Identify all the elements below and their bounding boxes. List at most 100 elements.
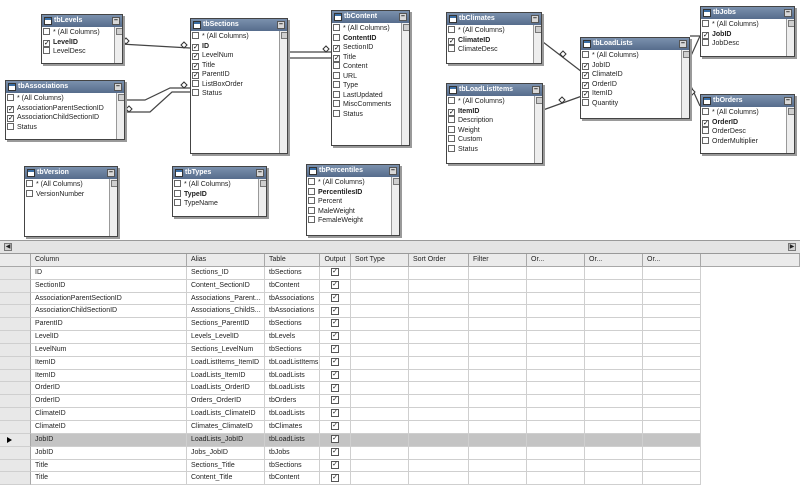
column-checkbox[interactable] — [448, 144, 455, 152]
diagram-pane[interactable]: tbLevels – * (All Columns) ✓ LevelID LevelDes… — [0, 0, 800, 240]
table-scrollbar[interactable] — [109, 179, 117, 236]
cell-column[interactable]: AssociationChildSectionID — [31, 305, 187, 319]
cell-alias[interactable]: LoadLists_JobID — [187, 433, 265, 447]
column-checkbox[interactable] — [448, 135, 455, 142]
row-selector[interactable] — [0, 318, 31, 332]
cell-filter[interactable] — [469, 446, 527, 460]
cell-output[interactable]: ✓ — [320, 305, 351, 319]
cell-sort-type[interactable] — [351, 446, 409, 460]
cell-or-2[interactable] — [585, 292, 643, 306]
column-checkbox[interactable]: ✓ — [192, 62, 199, 70]
minimize-icon[interactable]: – — [679, 40, 687, 48]
table-title-bar[interactable]: tbContent – — [332, 11, 409, 23]
cell-table[interactable]: tbContent — [265, 279, 320, 293]
cell-sort-order[interactable] — [409, 343, 469, 357]
column-checkbox[interactable]: ✓ — [7, 105, 14, 113]
cell-or-1[interactable] — [527, 356, 585, 370]
table-column-row[interactable]: Content — [332, 62, 399, 72]
column-checkbox[interactable] — [333, 100, 340, 107]
table-scrollbar[interactable] — [786, 107, 794, 153]
cell-column[interactable]: ID — [31, 266, 187, 280]
table-column-row[interactable]: * (All Columns) — [173, 180, 256, 190]
grid-row[interactable]: LevelID Levels_LevelID tbLevels ✓ — [0, 331, 800, 344]
table-column-row[interactable]: Quantity — [581, 98, 679, 109]
table-tbVersion[interactable]: tbVersion – * (All Columns) VersionNumber — [24, 166, 118, 237]
column-checkbox[interactable] — [308, 178, 315, 185]
cell-output[interactable]: ✓ — [320, 459, 351, 473]
cell-table[interactable]: tbSections — [265, 266, 320, 280]
table-column-row[interactable]: ✓ ParentID — [191, 70, 277, 80]
column-checkbox[interactable] — [702, 136, 709, 144]
minimize-icon[interactable]: – — [107, 169, 115, 177]
pane-splitter[interactable]: ◀ ▶ — [0, 240, 800, 254]
cell-table[interactable]: tbSections — [265, 318, 320, 332]
row-selector[interactable] — [0, 420, 31, 434]
cell-column[interactable]: LevelNum — [31, 343, 187, 357]
cell-or-2[interactable] — [585, 408, 643, 421]
row-selector[interactable] — [0, 382, 31, 396]
column-checkbox[interactable] — [702, 39, 709, 46]
cell-sort-order[interactable] — [409, 433, 469, 447]
cell-output[interactable]: ✓ — [320, 472, 351, 485]
column-checkbox[interactable] — [448, 26, 455, 33]
table-scrollbar[interactable] — [391, 177, 399, 235]
cell-table[interactable]: tbLoadLists — [265, 408, 320, 421]
minimize-icon[interactable]: – — [256, 169, 264, 177]
grid-row[interactable]: AssociationChildSectionID Associations_Ch… — [0, 305, 800, 319]
cell-column[interactable]: Title — [31, 472, 187, 485]
cell-table[interactable]: tbSections — [265, 459, 320, 473]
table-scrollbar[interactable] — [258, 179, 266, 216]
table-column-row[interactable]: ✓ ClimateID — [581, 70, 679, 80]
output-checkbox[interactable]: ✓ — [331, 434, 339, 443]
table-scrollbar[interactable] — [534, 96, 542, 163]
cell-column[interactable]: OrderID — [31, 395, 187, 409]
row-selector[interactable] — [0, 305, 31, 319]
column-checkbox[interactable] — [174, 180, 181, 187]
column-checkbox[interactable]: ✓ — [582, 81, 589, 89]
grid-row[interactable]: LevelNum Sections_LevelNum tbSections ✓ — [0, 343, 800, 357]
table-column-row[interactable]: * (All Columns) — [307, 178, 389, 188]
grid-row[interactable]: Title Sections_Title tbSections ✓ — [0, 459, 800, 473]
table-tbAssociations[interactable]: tbAssociations – * (All Columns) ✓ Associati… — [5, 80, 125, 140]
cell-table[interactable]: tbSections — [265, 343, 320, 357]
cell-or-2[interactable] — [585, 305, 643, 319]
cell-alias[interactable]: Associations_Parent... — [187, 292, 265, 306]
column-checkbox[interactable] — [582, 51, 589, 58]
table-column-list[interactable]: * (All Columns) ✓ JobID JobDesc — [701, 19, 794, 56]
table-title-bar[interactable]: tbJobs – — [701, 7, 794, 19]
table-column-row[interactable]: ✓ ItemID — [447, 107, 532, 117]
cell-column[interactable]: Title — [31, 459, 187, 473]
table-column-row[interactable]: ✓ ItemID — [581, 89, 679, 99]
cell-output[interactable]: ✓ — [320, 356, 351, 370]
cell-or-2[interactable] — [585, 472, 643, 485]
output-checkbox[interactable]: ✓ — [331, 280, 339, 289]
column-checkbox[interactable] — [333, 33, 340, 41]
cell-or-1[interactable] — [527, 305, 585, 319]
table-column-row[interactable]: FemaleWeight — [307, 216, 389, 226]
cell-sort-order[interactable] — [409, 395, 469, 409]
table-column-row[interactable]: Custom — [447, 135, 532, 145]
table-title-bar[interactable]: tbTypes – — [173, 167, 266, 179]
cell-output[interactable]: ✓ — [320, 420, 351, 434]
column-checkbox[interactable]: ✓ — [192, 53, 199, 60]
column-checkbox[interactable] — [333, 90, 340, 98]
cell-table[interactable]: tbAssociations — [265, 305, 320, 319]
cell-sort-order[interactable] — [409, 369, 469, 383]
cell-sort-order[interactable] — [409, 382, 469, 396]
cell-alias[interactable]: Sections_ParentID — [187, 318, 265, 332]
cell-sort-type[interactable] — [351, 459, 409, 473]
cell-or-2[interactable] — [585, 420, 643, 434]
output-checkbox[interactable]: ✓ — [331, 319, 339, 328]
table-column-list[interactable]: * (All Columns) VersionNumber — [25, 179, 117, 236]
column-checkbox[interactable] — [448, 45, 455, 52]
table-column-list[interactable]: * (All Columns) PercentilesID Percent MaleW… — [307, 177, 399, 235]
cell-or-2[interactable] — [585, 395, 643, 409]
table-column-row[interactable]: OrderDesc — [701, 127, 784, 137]
cell-or-1[interactable] — [527, 459, 585, 473]
table-column-row[interactable]: Type — [332, 81, 399, 91]
cell-or-1[interactable] — [527, 331, 585, 344]
criteria-grid[interactable]: Column Alias Table Output Sort Type Sort… — [0, 254, 800, 485]
output-checkbox[interactable]: ✓ — [331, 473, 339, 482]
output-checkbox[interactable]: ✓ — [331, 460, 339, 469]
table-tbTypes[interactable]: tbTypes – * (All Columns) TypeID TypeName — [172, 166, 267, 217]
